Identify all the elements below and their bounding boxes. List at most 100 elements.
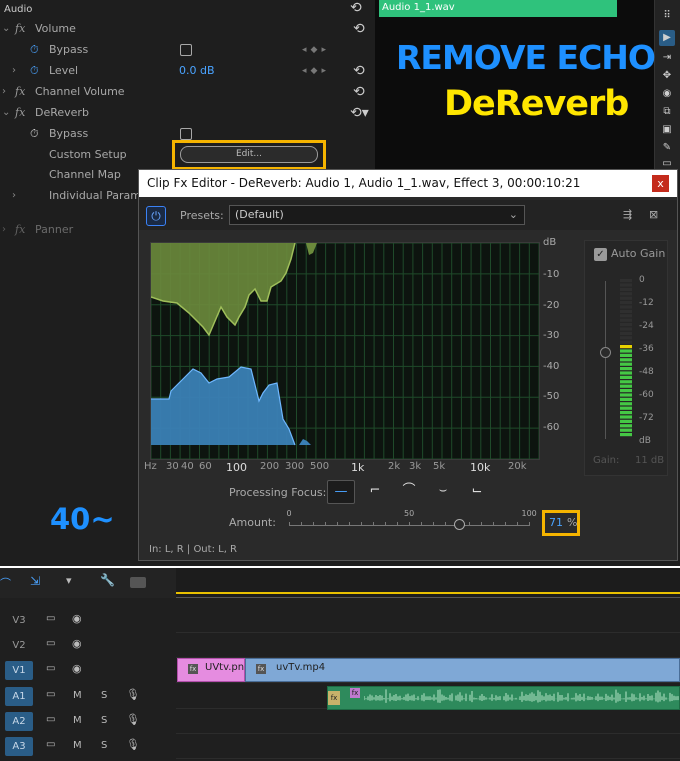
ripple-tool-icon[interactable]: ◉: [659, 86, 675, 102]
fx-icon[interactable]: fx: [15, 103, 25, 123]
track-name-v1[interactable]: V1: [5, 661, 33, 680]
nest-icon[interactable]: ⇲: [30, 574, 40, 588]
close-icon[interactable]: x: [652, 175, 669, 192]
bypass-checkbox[interactable]: [180, 44, 192, 56]
keyframe-nav-icon[interactable]: ◂◆▸: [302, 61, 330, 81]
level-value[interactable]: 0.0 dB: [179, 61, 215, 81]
volume-reset-icon[interactable]: ⟲: [353, 19, 365, 39]
channel-volume-reset-icon[interactable]: ⟲: [353, 82, 365, 102]
chevron-right-icon[interactable]: ›: [12, 61, 16, 81]
delete-preset-icon[interactable]: ⊠: [649, 208, 658, 221]
dialog-title: Clip Fx Editor - DeReverb: Audio 1, Audi…: [139, 170, 677, 197]
sync-lock-icon[interactable]: ▭: [46, 663, 55, 674]
track-select-icon[interactable]: ⇥: [659, 50, 675, 66]
track-lane-v3[interactable]: [176, 608, 680, 633]
stopwatch-icon[interactable]: ⏱: [30, 40, 39, 60]
focus-flat-icon[interactable]: —: [327, 480, 355, 504]
chevron-down-icon[interactable]: ⌄: [2, 103, 10, 123]
db-tick-label: -10: [543, 269, 560, 280]
track-name-a1[interactable]: A1: [5, 687, 33, 706]
solo-button[interactable]: S: [101, 740, 107, 751]
chevron-down-icon[interactable]: ⌄: [2, 19, 10, 39]
chevron-right-icon[interactable]: ›: [2, 82, 6, 102]
gain-slider-track[interactable]: [605, 281, 606, 439]
track-name-a2[interactable]: A2: [5, 712, 33, 731]
amount-tick: [469, 522, 470, 526]
move-tool-icon[interactable]: ✥: [659, 68, 675, 84]
keyframe-nav-icon[interactable]: ◂◆▸: [302, 40, 330, 60]
meter-segment: [620, 353, 632, 357]
channel-volume-row[interactable]: › fx Channel Volume ⟲: [0, 82, 375, 102]
stopwatch-icon[interactable]: ⏱: [30, 124, 39, 144]
spectrum-graph[interactable]: [150, 242, 540, 460]
pen-tool-icon[interactable]: ✎: [659, 140, 675, 156]
solo-button[interactable]: S: [101, 690, 107, 701]
video-clip-a[interactable]: fx UVtv.pn: [177, 658, 245, 682]
track-name-a3[interactable]: A3: [5, 737, 33, 756]
eye-icon[interactable]: ◉: [72, 612, 82, 625]
meter-segment: [620, 428, 632, 432]
dereverb-effect-row[interactable]: ⌄ fx DeReverb ⟲▾: [0, 103, 375, 123]
wrench-icon[interactable]: 🔧: [100, 573, 115, 587]
amount-tick: [481, 522, 482, 526]
track-lane-a2[interactable]: [176, 709, 680, 734]
microphone-icon[interactable]: 🎙: [126, 713, 140, 726]
fx-icon[interactable]: fx: [15, 19, 25, 39]
slip-tool-icon[interactable]: ▣: [659, 122, 675, 138]
razor-tool-icon[interactable]: ⧉: [659, 104, 675, 120]
amount-tick: [493, 522, 494, 526]
amount-slider-handle[interactable]: [454, 519, 466, 530]
mute-button[interactable]: M: [73, 740, 82, 751]
work-area-bar[interactable]: [176, 592, 680, 594]
audio-clip-a1[interactable]: fx fx: [327, 686, 680, 710]
time-ruler[interactable]: [176, 568, 680, 598]
sync-lock-icon[interactable]: ▭: [46, 739, 55, 750]
power-icon[interactable]: ⏻: [146, 206, 166, 226]
microphone-icon[interactable]: 🎙: [126, 738, 140, 751]
track-lane-v2[interactable]: [176, 633, 680, 658]
auto-gain-checkbox[interactable]: ✓: [594, 248, 607, 261]
gain-slider-handle[interactable]: [600, 347, 611, 358]
focus-low-high-icon[interactable]: ⌙: [463, 480, 491, 504]
save-preset-icon[interactable]: ⇶: [623, 208, 632, 221]
dereverb-reset-icon[interactable]: ⟲▾: [350, 103, 369, 123]
fx-icon[interactable]: fx: [15, 220, 25, 240]
sync-lock-icon[interactable]: ▭: [46, 638, 55, 649]
video-clip-b[interactable]: fx uvTv.mp4: [245, 658, 680, 682]
fx-icon[interactable]: fx: [15, 82, 25, 102]
eye-icon[interactable]: ◉: [72, 662, 82, 675]
captions-icon[interactable]: [130, 577, 146, 588]
track-lane-a3[interactable]: [176, 734, 680, 759]
bypass2-checkbox[interactable]: [180, 128, 192, 140]
sync-lock-icon[interactable]: ▭: [46, 714, 55, 725]
audio-reset-icon[interactable]: ⟲: [350, 0, 362, 16]
level-reset-icon[interactable]: ⟲: [353, 61, 365, 81]
frequency-tick-label: Hz: [144, 461, 157, 472]
focus-mid-icon[interactable]: ⌒: [395, 480, 423, 504]
chevron-right-icon[interactable]: ›: [2, 220, 6, 240]
amount-highlight: [542, 510, 580, 536]
mute-button[interactable]: M: [73, 690, 82, 701]
microphone-icon[interactable]: 🎙: [126, 688, 140, 701]
focus-high-icon[interactable]: ⌐: [361, 480, 389, 504]
stopwatch-icon[interactable]: ⏱: [30, 61, 39, 81]
track-name-v2[interactable]: V2: [5, 636, 33, 655]
sync-lock-icon[interactable]: ▭: [46, 613, 55, 624]
chevron-right-icon[interactable]: ›: [12, 186, 16, 206]
sync-lock-icon[interactable]: ▭: [46, 689, 55, 700]
volume-effect-row[interactable]: ⌄ fx Volume ⟲: [0, 19, 375, 39]
snap-icon[interactable]: ⌒: [0, 575, 11, 591]
selection-tool-icon[interactable]: ▶: [659, 30, 675, 46]
presets-dropdown[interactable]: (Default) ⌄: [229, 205, 525, 225]
marker-icon[interactable]: ▾: [66, 574, 72, 587]
mute-button[interactable]: M: [73, 715, 82, 726]
track-name-v3[interactable]: V3: [5, 611, 33, 630]
eye-icon[interactable]: ◉: [72, 637, 82, 650]
volume-label: Volume: [35, 22, 76, 35]
audio-clip-header[interactable]: Audio 1_1.wav: [379, 0, 617, 17]
meter-segment: [620, 358, 632, 362]
meter-segment: [620, 331, 632, 335]
solo-button[interactable]: S: [101, 715, 107, 726]
frequency-tick-label: 100: [226, 461, 247, 474]
focus-low-icon[interactable]: ⌣: [429, 480, 457, 504]
